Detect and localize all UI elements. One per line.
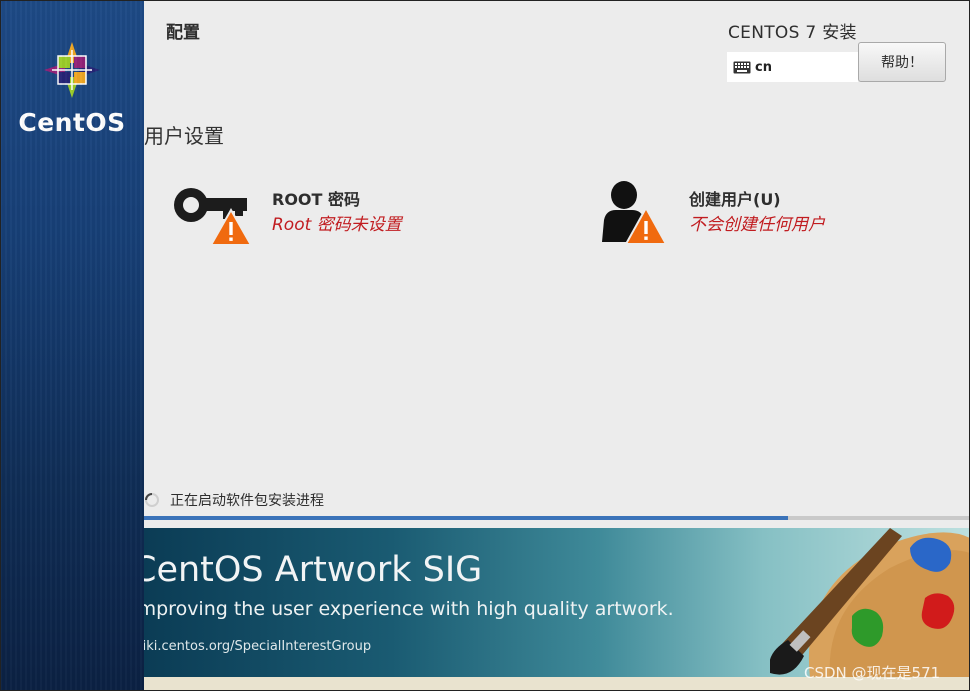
root-password-spoke[interactable]: ROOT 密码 Root 密码未设置 bbox=[171, 180, 451, 250]
sidebar: CentOS bbox=[0, 0, 144, 691]
key-warning-icon bbox=[174, 188, 251, 246]
installation-hub: 配置 CENTOS 7 安装 cn 帮助！ 用户设置 ROOT 密码 Root … bbox=[144, 0, 970, 528]
user-warning-icon bbox=[602, 181, 668, 245]
user-settings-heading: 用户设置 bbox=[144, 124, 224, 148]
keyboard-layout-indicator[interactable]: cn bbox=[727, 52, 858, 82]
centos-logo-text: CentOS bbox=[18, 108, 126, 137]
spinner-icon bbox=[145, 493, 159, 507]
keyboard-icon bbox=[733, 61, 751, 73]
banner-subtitle: Improving the user experience with high … bbox=[144, 598, 674, 620]
progress-bar-fill bbox=[144, 516, 789, 520]
keyboard-layout-label: cn bbox=[755, 59, 772, 75]
csdn-watermark: CSDN @现在是571 bbox=[804, 664, 941, 682]
root-password-title: ROOT 密码 bbox=[272, 190, 361, 209]
create-user-spoke[interactable]: 创建用户(U) 不会创建任何用户 bbox=[600, 180, 880, 250]
banner-url: wiki.centos.org/SpecialInterestGroup bbox=[144, 639, 372, 654]
paint-palette-icon bbox=[770, 528, 970, 678]
progress-text: 正在启动软件包安装进程 bbox=[170, 493, 324, 509]
create-user-status: 不会创建任何用户 bbox=[689, 215, 825, 235]
banner-title: CentOS Artwork SIG bbox=[144, 550, 483, 590]
progress-bar bbox=[144, 516, 970, 520]
create-user-title: 创建用户(U) bbox=[689, 190, 781, 209]
help-button[interactable]: 帮助！ bbox=[858, 42, 946, 82]
install-title: CENTOS 7 安装 bbox=[728, 23, 857, 43]
page-title: 配置 bbox=[166, 23, 200, 43]
centos-logo-icon bbox=[44, 42, 100, 98]
progress-status: 正在启动软件包安装进程 bbox=[144, 490, 324, 510]
root-password-status: Root 密码未设置 bbox=[272, 215, 402, 235]
